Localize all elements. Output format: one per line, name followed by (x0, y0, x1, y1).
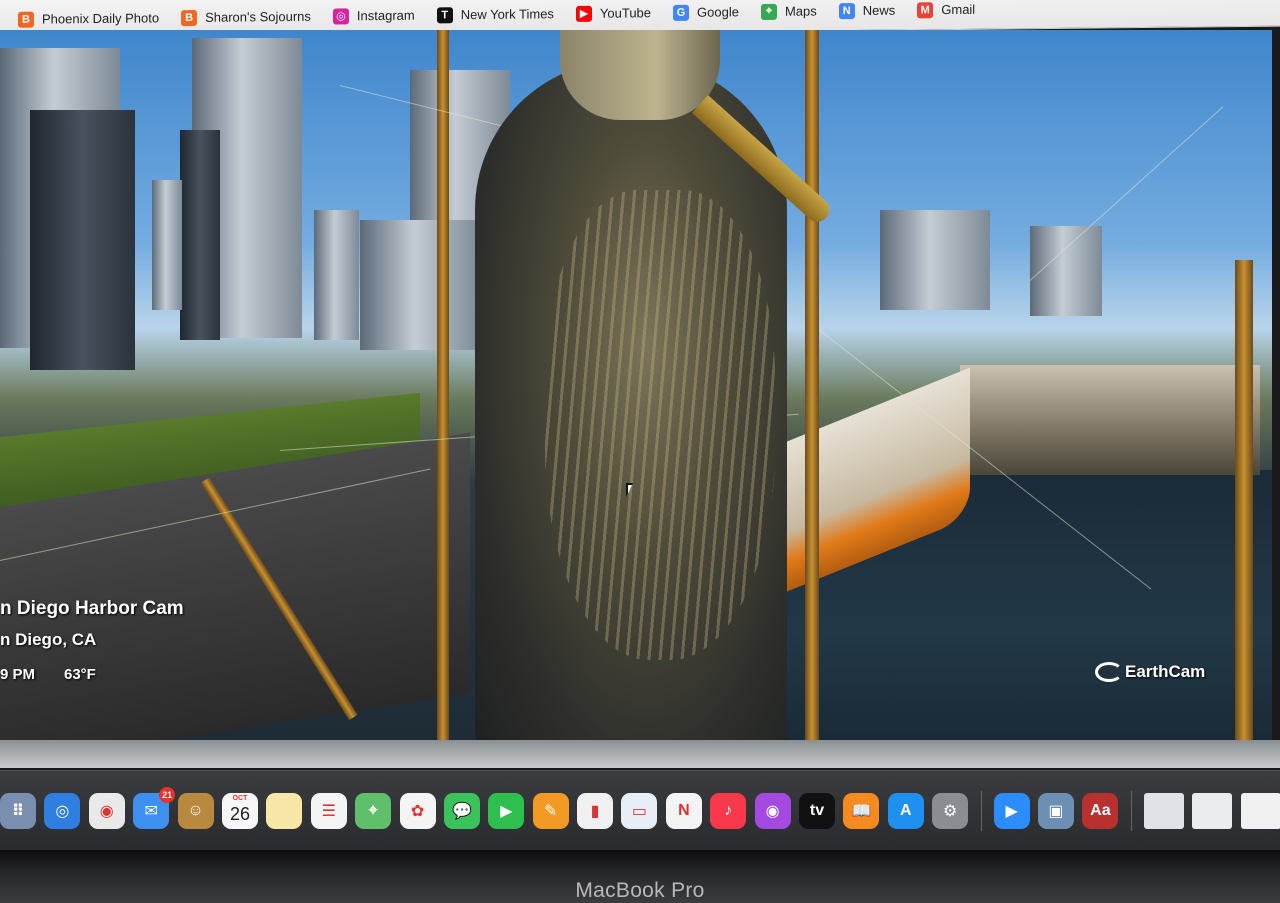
google-icon: G (673, 4, 690, 21)
cam-temperature: 63°F (64, 666, 96, 683)
messages-icon[interactable]: 💬 (443, 792, 480, 829)
blogger-icon: B (18, 11, 34, 28)
bookmark-label: Gmail (941, 1, 976, 18)
reminders-icon[interactable]: ☰ (310, 792, 347, 829)
pier (960, 365, 1260, 475)
heron-feathers (545, 190, 775, 660)
ship-mast (1235, 260, 1253, 740)
bookmark-label: YouTube (599, 5, 652, 21)
app-store-icon[interactable]: A (887, 792, 924, 829)
news-icon: N (838, 2, 855, 19)
dock: ⠿ ◎ ◉ ✉ 21 ☺ OCT 26 ☰ ⌖ ✿ 💬 ▶ ✎ ▮ ▭ N ♪ ◉ tv 📖 A ⚙ ▶ ▣ Aa (0, 770, 1280, 850)
cam-title: n Diego Harbor Cam (0, 598, 184, 619)
bookmark-label: Phoenix Daily Photo (42, 10, 160, 27)
building (360, 220, 480, 350)
bookmark-label: Instagram (356, 7, 415, 24)
bookmark-label: News (862, 2, 896, 18)
building (880, 210, 990, 310)
books-icon[interactable]: 📖 (843, 792, 880, 829)
bezel-label: MacBook Pro (575, 879, 705, 902)
bookmark-label: Google (697, 4, 739, 20)
gmail-icon: M (917, 1, 934, 18)
earthcam-brand: EarthCam (1125, 662, 1206, 681)
bookmark-instagram[interactable]: ◎ Instagram (332, 7, 415, 25)
building (152, 180, 182, 310)
instagram-icon: ◎ (332, 7, 349, 25)
tv-icon[interactable]: tv (799, 792, 836, 829)
bookmark-sharon-s-sojourns[interactable]: B Sharon's Sojourns (181, 8, 311, 26)
building (30, 110, 135, 370)
music-icon[interactable]: ♪ (710, 792, 747, 829)
pages-icon[interactable]: ✎ (532, 792, 569, 829)
rigging-line (1029, 106, 1224, 281)
photos-icon[interactable]: ✿ (399, 792, 436, 829)
podcasts-icon[interactable]: ◉ (754, 792, 791, 829)
news-icon[interactable]: N (665, 792, 702, 829)
keynote-icon[interactable]: ▭ (621, 792, 658, 829)
calendar-icon[interactable]: OCT 26 (221, 792, 258, 829)
dock-separator (980, 790, 982, 831)
recent-window-2[interactable] (1192, 792, 1233, 829)
bookmark-new-york-times[interactable]: T New York Times (436, 6, 554, 23)
numbers-icon[interactable]: ▮ (577, 792, 614, 829)
zoom-icon[interactable]: ▶ (993, 792, 1030, 829)
safari-icon[interactable]: ◎ (44, 792, 81, 829)
calendar-month: OCT (232, 794, 248, 802)
harbor-cam-video[interactable]: n Diego Harbor Cam n Diego, CA 9 PM 63°F… (0, 30, 1272, 740)
notes-icon[interactable] (266, 792, 303, 829)
bookmark-label: Sharon's Sojourns (205, 8, 311, 25)
ship-mast (805, 30, 819, 740)
mail-unread-badge: 21 (159, 786, 176, 803)
dock-separator (1130, 790, 1132, 831)
preview-icon[interactable]: ▣ (1037, 792, 1074, 829)
facetime-icon[interactable]: ▶ (488, 792, 525, 829)
bookmark-label: New York Times (460, 6, 554, 23)
bookmark-phoenix-daily-photo[interactable]: B Phoenix Daily Photo (18, 10, 160, 28)
bookmark-google[interactable]: G Google (673, 4, 739, 21)
mail-icon[interactable]: ✉ 21 (133, 786, 176, 829)
contacts-icon[interactable]: ☺ (177, 792, 214, 829)
recent-window-1[interactable] (1143, 792, 1184, 829)
building (180, 130, 220, 340)
bookmark-maps[interactable]: ⌖ Maps (760, 3, 817, 20)
youtube-icon: ▶ (575, 5, 592, 22)
mouse-pointer-fill (628, 485, 632, 494)
bookmark-news[interactable]: N News (838, 2, 896, 19)
chrome-icon[interactable]: ◉ (88, 792, 125, 829)
earthcam-swoosh-icon (1095, 662, 1123, 682)
system-preferences-icon[interactable]: ⚙ (932, 792, 969, 829)
cam-time: 9 PM (0, 666, 36, 683)
calendar-day: 26 (229, 803, 250, 824)
recent-window-3[interactable] (1240, 792, 1280, 829)
dictionary-icon[interactable]: Aa (1082, 792, 1119, 829)
ship-mast (437, 30, 449, 740)
bookmark-youtube[interactable]: ▶ YouTube (575, 5, 652, 22)
earthcam-logo[interactable]: EarthCam (1095, 662, 1205, 682)
launchpad-icon[interactable]: ⠿ (0, 792, 36, 829)
maps-icon[interactable]: ⌖ (355, 792, 392, 829)
building (314, 210, 359, 340)
page-below-video (0, 740, 1280, 768)
cam-location: n Diego, CA (0, 630, 97, 649)
maps-icon: ⌖ (760, 3, 777, 20)
blogger-icon: B (181, 9, 198, 26)
nyt-icon: T (436, 6, 453, 23)
bookmark-label: Maps (784, 3, 817, 19)
bookmark-gmail[interactable]: M Gmail (917, 1, 975, 18)
